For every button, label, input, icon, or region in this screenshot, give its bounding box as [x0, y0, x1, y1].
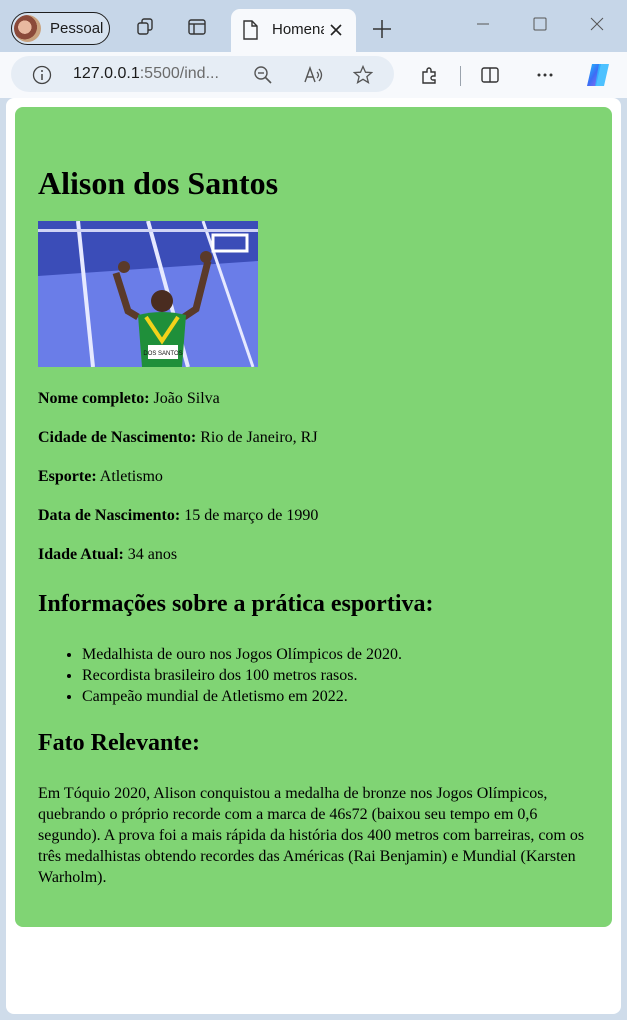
achievements-list: Medalhista de ouro nos Jogos Olímpicos d… — [38, 644, 402, 707]
tab-actions-icon[interactable] — [187, 17, 207, 37]
field-sport: Esporte: Atletismo — [38, 468, 163, 486]
copilot-icon[interactable] — [584, 61, 612, 89]
new-tab-icon[interactable] — [372, 19, 392, 39]
field-age: Idade Atual: 34 anos — [38, 546, 177, 564]
extensions-icon[interactable] — [420, 65, 440, 85]
field-label: Data de Nascimento: — [38, 507, 181, 524]
section-heading-sports-info: Informações sobre a prática esportiva: — [38, 591, 434, 617]
field-value: Atletismo — [96, 468, 163, 485]
bib-text: DOS SANTOS — [143, 351, 182, 357]
close-window-icon[interactable] — [590, 17, 604, 31]
url-host: 127.0.0.1 — [73, 65, 140, 82]
info-icon[interactable] — [32, 65, 52, 85]
field-birth-city: Cidade de Nascimento: Rio de Janeiro, RJ — [38, 429, 318, 447]
minimize-icon[interactable] — [476, 17, 490, 31]
field-label: Nome completo: — [38, 390, 150, 407]
url-path: :5500/ind... — [139, 65, 219, 82]
list-item: Medalhista de ouro nos Jogos Olímpicos d… — [82, 644, 402, 665]
field-full-name: Nome completo: João Silva — [38, 390, 220, 408]
page-viewport: Alison dos Santos DOS SANTOS Nome comple… — [6, 98, 621, 1014]
field-value: 15 de março de 1990 — [180, 507, 319, 524]
zoom-out-icon[interactable] — [253, 65, 273, 85]
document-icon — [243, 20, 258, 40]
list-item: Recordista brasileiro dos 100 metros ras… — [82, 665, 402, 686]
profile-button[interactable]: Pessoal — [11, 12, 110, 45]
field-label: Esporte: — [38, 468, 97, 485]
field-birth-date: Data de Nascimento: 15 de março de 1990 — [38, 507, 318, 525]
field-value: 34 anos — [123, 546, 178, 563]
page-title: Alison dos Santos — [38, 165, 279, 201]
athlete-photo: DOS SANTOS — [38, 221, 258, 367]
address-bar[interactable]: 127.0.0.1:5500/ind... — [11, 56, 394, 92]
avatar — [14, 15, 41, 42]
list-item: Campeão mundial de Atletismo em 2022. — [82, 686, 402, 707]
relevant-fact-paragraph: Em Tóquio 2020, Alison conquistou a meda… — [38, 785, 585, 886]
section-heading-relevant-fact: Fato Relevante: — [38, 730, 200, 756]
tab-homenagem[interactable]: Homenagem — [231, 9, 356, 52]
workspaces-icon[interactable] — [135, 17, 155, 37]
more-options-icon[interactable] — [535, 65, 555, 85]
tab-title: Homenagem — [272, 21, 324, 38]
close-tab-icon[interactable] — [329, 23, 343, 37]
field-label: Idade Atual: — [38, 546, 124, 563]
browser-toolbar: 127.0.0.1:5500/ind... — [0, 52, 627, 98]
profile-label: Pessoal — [50, 20, 104, 37]
toolbar-divider — [460, 66, 461, 86]
maximize-icon[interactable] — [533, 17, 547, 31]
split-screen-icon[interactable] — [480, 65, 500, 85]
field-value: Rio de Janeiro, RJ — [196, 429, 318, 446]
field-value: João Silva — [149, 390, 220, 407]
favorite-star-icon[interactable] — [353, 65, 373, 85]
read-aloud-icon[interactable] — [303, 65, 325, 85]
url-text[interactable]: 127.0.0.1:5500/ind... — [73, 65, 219, 83]
browser-titlebar: Pessoal Homenagem — [0, 0, 627, 52]
field-label: Cidade de Nascimento: — [38, 429, 197, 446]
tribute-card: Alison dos Santos DOS SANTOS Nome comple… — [15, 107, 612, 927]
